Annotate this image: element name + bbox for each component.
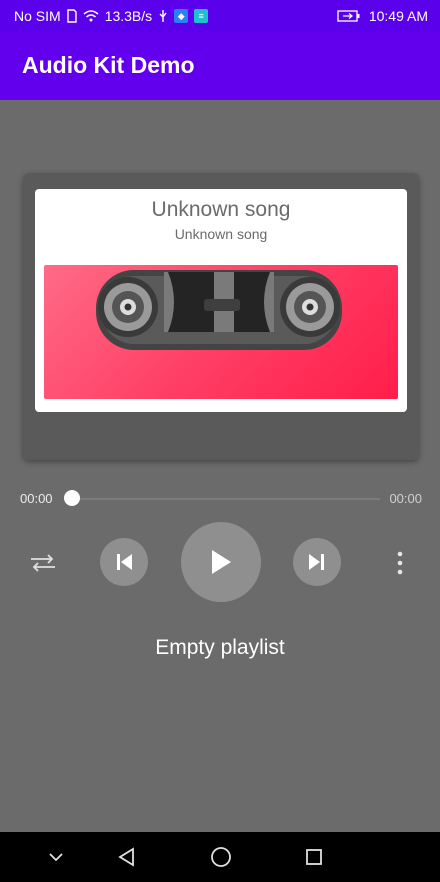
app-badge-icon: ◆ (174, 9, 189, 23)
chevron-down-icon (49, 853, 63, 862)
nav-back-button[interactable] (112, 842, 142, 872)
song-title: Unknown song (151, 198, 291, 221)
home-circle-icon (211, 847, 231, 867)
current-time: 00:00 (20, 491, 53, 506)
network-speed: 13.3B/s (104, 8, 153, 24)
cassette-tape-icon (96, 270, 342, 350)
usb-icon (158, 9, 168, 23)
next-button[interactable] (293, 538, 341, 586)
play-button[interactable] (181, 522, 261, 602)
status-bar: No SIM 13.3B/s ◆ ≡ 10:49 AM (0, 0, 440, 32)
player-screen: Unknown song Unknown song 00:00 00:00 Em… (0, 100, 440, 832)
now-playing-card: Unknown song Unknown song (23, 173, 419, 460)
app-title: Audio Kit Demo (22, 52, 195, 78)
play-icon (212, 550, 231, 574)
status-time: 10:49 AM (368, 8, 428, 24)
app-badge-icon: ≡ (194, 9, 209, 23)
playlist-status: Empty playlist (155, 636, 285, 659)
previous-icon (117, 554, 132, 570)
battery-icon (337, 10, 361, 22)
playback-progress: 00:00 00:00 (0, 480, 440, 516)
more-options-button[interactable] (386, 546, 414, 580)
system-navigation-bar (0, 832, 440, 882)
seek-bar-track[interactable] (72, 498, 380, 500)
shuffle-icon (31, 554, 55, 572)
app-bar: Audio Kit Demo (0, 32, 440, 100)
nav-recents-button[interactable] (299, 842, 329, 872)
album-cover (44, 265, 398, 399)
song-info-panel: Unknown song Unknown song (35, 189, 407, 412)
wifi-icon (83, 10, 99, 22)
previous-button[interactable] (100, 538, 148, 586)
sim-icon (66, 9, 77, 23)
total-time: 00:00 (389, 491, 422, 506)
back-triangle-icon (118, 847, 134, 867)
carrier-label: No SIM (14, 8, 61, 24)
nav-home-button[interactable] (206, 842, 236, 872)
next-icon (309, 554, 324, 570)
playback-controls (0, 516, 440, 616)
nav-hide-button[interactable] (41, 842, 71, 872)
more-vertical-icon (397, 551, 403, 575)
recents-square-icon (306, 849, 322, 865)
song-artist: Unknown song (174, 226, 268, 242)
shuffle-button[interactable] (26, 546, 60, 580)
seek-bar-thumb[interactable] (64, 490, 80, 506)
